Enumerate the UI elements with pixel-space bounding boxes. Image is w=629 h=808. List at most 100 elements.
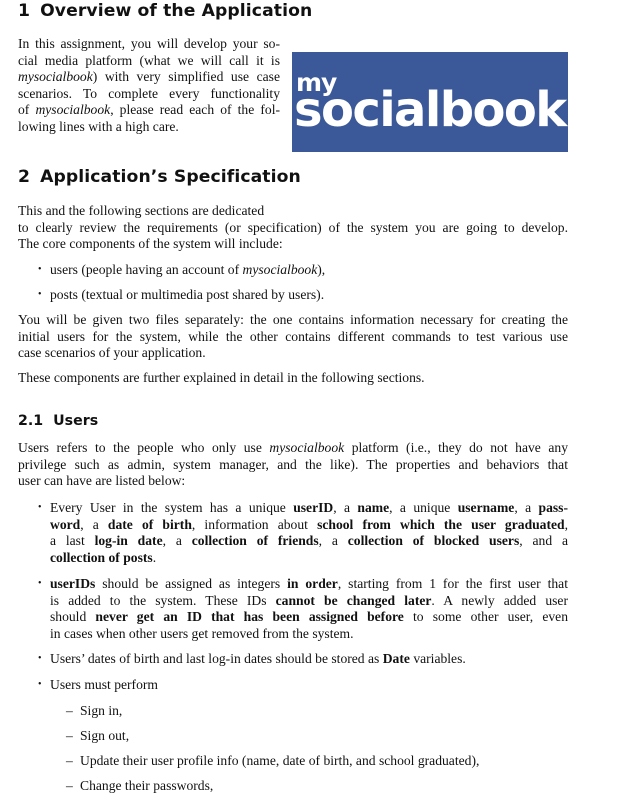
text-fragment: . A newly added user <box>431 592 568 608</box>
text-line: user can have are listed below: <box>18 473 186 489</box>
mysocialbook-logo: my socialbook <box>292 52 568 152</box>
section-number: 1 <box>18 1 31 21</box>
user-properties-text: Every User in the system has a unique us… <box>50 500 568 566</box>
component-list-item: • posts (textual or multimedia post shar… <box>38 287 568 304</box>
dash-icon: – <box>66 703 73 718</box>
users-intro-paragraph: Users refers to the people who only use … <box>18 440 568 490</box>
bold-term: never get an ID that has been assigned b… <box>95 609 404 625</box>
text-fragment: , a <box>318 533 348 549</box>
spec-intro-paragraph: This and the following sections are dedi… <box>18 203 568 253</box>
user-actions-text: Users must perform <box>50 677 158 692</box>
text-fragment: should <box>50 609 96 625</box>
text-line: scenarios. To complete every functionali… <box>18 85 280 101</box>
text-fragment: , please read each of the fol- <box>110 102 280 118</box>
dash-icon: – <box>66 728 73 743</box>
text-fragment: , a <box>514 500 539 515</box>
text-line: in cases when other users get removed fr… <box>50 625 354 641</box>
section-1-heading: 1 Overview of the Application <box>18 1 312 21</box>
app-name: mysocialbook <box>242 262 318 277</box>
text-fragment: users (people having an account of <box>50 262 243 277</box>
text-fragment: Users’ dates of birth and last log-in da… <box>50 651 383 666</box>
userid-rules-item: • userIDs should be assigned as integers… <box>38 576 568 642</box>
user-properties-item: • Every User in the system has a unique … <box>38 500 568 566</box>
text-fragment: to some other user, even <box>403 609 569 625</box>
component-text: posts (textual or multimedia post shared… <box>50 287 325 302</box>
text-fragment: variables. <box>409 651 466 666</box>
bullet-icon: • <box>38 502 42 513</box>
text-line: privilege such as admin, system manager,… <box>18 456 568 472</box>
text-line: is added to the system. These IDs cannot… <box>50 593 568 610</box>
text-fragment: Users refers to the people who only use <box>18 440 270 455</box>
bold-term: date of birth <box>107 516 192 532</box>
text-line: of mysocialbook, please read each of the… <box>18 102 280 119</box>
action-text: Sign in, <box>80 703 123 718</box>
text-line: to clearly review the requirements (or s… <box>18 219 568 235</box>
text-fragment: , a unique <box>389 500 458 515</box>
section-title: Overview of the Application <box>40 1 313 21</box>
component-text: users (people having an account of mysoc… <box>50 262 568 279</box>
text-fragment: a last <box>50 533 95 549</box>
bullet-icon: • <box>38 264 42 275</box>
text-line: You will be given two files separately: … <box>18 312 568 327</box>
text-line: This and the following sections are dedi… <box>18 203 265 218</box>
text-fragment: , information about <box>191 516 318 532</box>
text-fragment: should be assigned as integers <box>95 576 288 591</box>
app-name: mysocialbook <box>35 102 111 118</box>
logo-socialbook-text: socialbook <box>294 82 567 138</box>
userid-rules-text: userIDs should be assigned as integers i… <box>50 576 568 642</box>
section-2-heading: 2 Application’s Specification <box>18 167 301 187</box>
text-fragment: . <box>152 549 157 565</box>
bold-term: cannot be changed later <box>275 592 432 608</box>
text-line: lowing lines with a high care. <box>18 118 179 134</box>
bold-term: school from which the user graduated <box>317 516 565 532</box>
bold-term: collection of friends <box>191 533 319 549</box>
text-fragment: is added to the system. These IDs <box>50 592 276 608</box>
text-line: Every User in the system has a unique us… <box>50 500 568 517</box>
bullet-icon: • <box>38 578 42 589</box>
app-name: mysocialbook <box>18 69 93 85</box>
dash-icon: – <box>66 778 73 793</box>
section-title: Users <box>53 413 99 429</box>
text-line: In this assignment, you will develop you… <box>18 36 280 51</box>
action-item: – Change their passwords, <box>66 778 213 795</box>
text-line: mysocialbook) with very simplified use c… <box>18 69 280 86</box>
section-number: 2 <box>18 167 31 187</box>
text-line: Users refers to the people who only use … <box>18 440 568 457</box>
bold-term: Date <box>382 651 410 666</box>
text-fragment: ), <box>317 262 326 277</box>
text-fragment: , <box>564 516 569 532</box>
section-2-1-heading: 2.1 Users <box>18 413 98 429</box>
section-number: 2.1 <box>18 413 44 429</box>
further-paragraph: These components are further explained i… <box>18 370 568 387</box>
text-fragment: Every User in the system has a unique <box>50 500 294 515</box>
bold-term: userIDs <box>50 576 96 591</box>
text-line: case scenarios of your application. <box>18 345 206 361</box>
user-actions-item: • Users must perform <box>38 677 568 694</box>
text-line: initial users for the system, while the … <box>18 328 568 344</box>
text-line: a last log-in date, a collection of frie… <box>50 533 568 550</box>
text-fragment: , and a <box>519 533 569 549</box>
bold-term: log-in date <box>94 533 163 549</box>
text-fragment: ) with very simplified use case <box>92 69 280 85</box>
action-text: Sign out, <box>80 728 130 743</box>
action-text: Update their user profile info (name, da… <box>80 753 480 768</box>
text-line: should never get an ID that has been ass… <box>50 609 568 626</box>
text-line: The core components of the system will i… <box>18 236 283 252</box>
text-fragment: , a <box>80 516 108 532</box>
text-fragment: , starting from 1 for the first user tha… <box>337 576 568 591</box>
bullet-icon: • <box>38 289 42 300</box>
text-fragment: , a <box>162 533 192 549</box>
action-item: – Update their user profile info (name, d… <box>66 753 479 770</box>
section-title: Application’s Specification <box>40 167 301 187</box>
date-storage-text: Users’ dates of birth and last log-in da… <box>50 651 568 668</box>
dash-icon: – <box>66 753 73 768</box>
bullet-icon: • <box>38 653 42 664</box>
bold-term: pass- <box>538 500 568 515</box>
text-line: word, a date of birth, information about… <box>50 517 568 534</box>
bold-term: collection of blocked users <box>347 533 520 549</box>
action-item: – Sign out, <box>66 728 129 745</box>
text-line: userIDs should be assigned as integers i… <box>50 576 568 593</box>
text-fragment: of <box>18 102 36 118</box>
bold-term: name <box>357 500 390 515</box>
text-line: These components are further explained i… <box>18 370 425 385</box>
